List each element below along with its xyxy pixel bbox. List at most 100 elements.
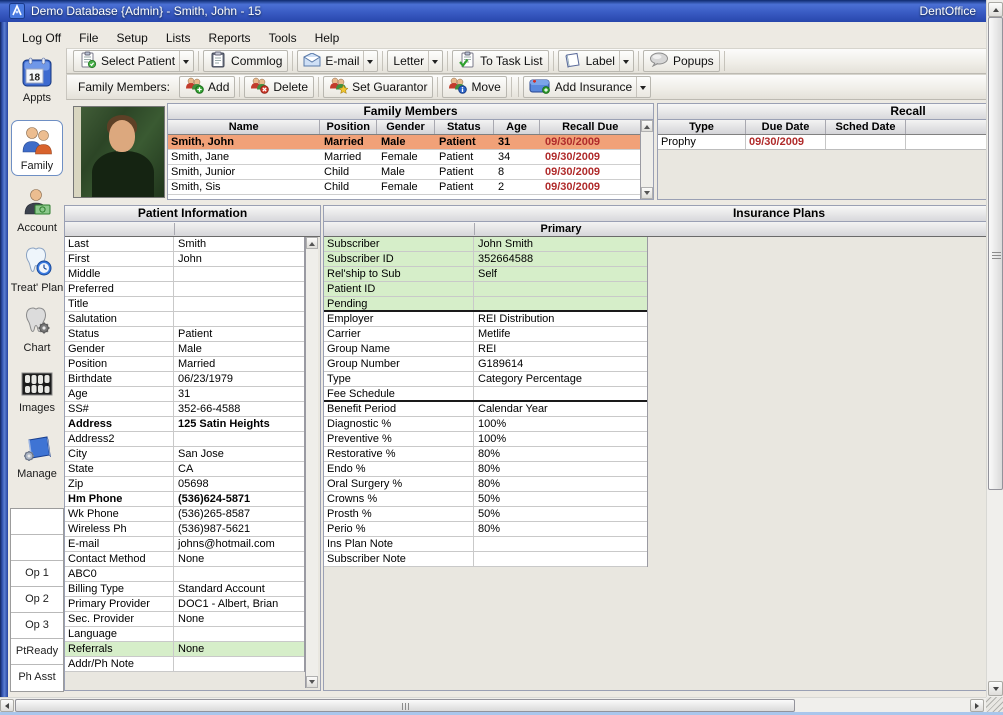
operatory-cell-ph-asst[interactable]: Ph Asst [11,665,63,691]
menu-item-lists[interactable]: Lists [157,29,200,47]
vertical-scrollbar[interactable] [986,0,1003,715]
vertical-scroll-thumb[interactable] [988,17,1003,490]
scroll-down-button[interactable] [988,681,1003,696]
patient-info-row[interactable]: E-mailjohns@hotmail.com [65,537,304,552]
insurance-row[interactable]: Prosth %50% [324,507,647,522]
insurance-row[interactable]: Endo %80% [324,462,647,477]
family-member-row[interactable]: Smith, JaneMarriedFemalePatient3409/30/2… [168,150,642,165]
select-patient-dropdown chevron-down-icon[interactable] [179,51,192,71]
patient-info-row[interactable]: GenderMale [65,342,304,357]
insurance-row[interactable]: Group NameREI [324,342,647,357]
patient-info-row[interactable]: Birthdate06/23/1979 [65,372,304,387]
scroll-left-button[interactable] [0,699,14,712]
operatory-cell-op-3[interactable]: Op 3 [11,613,63,639]
patient-info-row[interactable]: Primary ProviderDOC1 - Albert, Brian [65,597,304,612]
sidebar-module-images[interactable]: Images [10,370,64,414]
patient-info-row[interactable]: ABC0 [65,567,304,582]
sidebar-module-family[interactable]: Family [11,120,63,176]
scroll-right-button[interactable] [970,699,984,712]
insurance-row[interactable]: Fee Schedule [324,387,647,402]
operatory-cell-op-1[interactable]: Op 1 [11,561,63,587]
family-member-row[interactable]: Smith, JohnMarriedMalePatient3109/30/200… [168,135,642,150]
sidebar-module-chart[interactable]: Chart [10,306,64,354]
commlog-button[interactable]: Commlog [203,50,288,72]
horizontal-scrollbar[interactable] [0,697,986,712]
patient-info-row[interactable]: ReferralsNone [65,642,304,657]
patient-info-row[interactable]: Wk Phone(536)265-8587 [65,507,304,522]
horizontal-scroll-thumb[interactable] [15,699,795,712]
to-task-list-button[interactable]: To Task List [452,50,548,72]
insurance-row[interactable]: Ins Plan Note [324,537,647,552]
insurance-row[interactable]: Patient ID [324,282,647,297]
insurance-row[interactable]: CarrierMetlife [324,327,647,342]
patient-info-row[interactable]: Salutation [65,312,304,327]
sidebar-module-manage[interactable]: Manage [10,434,64,480]
scroll-up-button[interactable] [988,2,1003,17]
letter-dropdown chevron-down-icon[interactable] [428,51,441,71]
patient-info-row[interactable]: PositionMarried [65,357,304,372]
patient-info-row[interactable]: Sec. ProviderNone [65,612,304,627]
popups-button[interactable]: Popups [643,50,720,72]
email-dropdown chevron-down-icon[interactable] [363,51,376,71]
patient-info-row[interactable]: LastSmith [65,237,304,252]
title-bar[interactable]: Demo Database {Admin} - Smith, John - 15… [0,0,986,22]
insurance-row[interactable]: Restorative %80% [324,447,647,462]
patient-info-row[interactable]: StateCA [65,462,304,477]
patient-info-row[interactable]: Age31 [65,387,304,402]
scroll-down-button[interactable] [641,187,653,199]
set-guarantor-button[interactable]: Set Guarantor [323,76,433,98]
insurance-row[interactable]: Benefit PeriodCalendar Year [324,402,647,417]
delete-family-member-button[interactable]: Delete [244,76,314,98]
family-member-row[interactable]: Smith, SisChildFemalePatient209/30/2009 [168,180,642,195]
insurance-row[interactable]: Subscriber ID352664588 [324,252,647,267]
resize-grip[interactable] [986,697,1003,712]
menu-item-log-off[interactable]: Log Off [13,29,70,47]
operatory-cell-ptready[interactable]: PtReady [11,639,63,665]
insurance-row[interactable]: Diagnostic %100% [324,417,647,432]
patient-info-row[interactable]: Contact MethodNone [65,552,304,567]
label-button[interactable]: Label [558,50,634,72]
insurance-row[interactable]: Group NumberG189614 [324,357,647,372]
scroll-up-button[interactable] [306,237,318,249]
patient-info-row[interactable]: Zip05698 [65,477,304,492]
operatory-cell-blank[interactable] [11,509,63,535]
insurance-row[interactable]: Subscriber Note [324,552,647,567]
select-patient-button[interactable]: Select Patient [73,50,194,72]
add-insurance-dropdown chevron-down-icon[interactable] [636,77,649,97]
patient-info-row[interactable]: FirstJohn [65,252,304,267]
add-family-member-button[interactable]: Add [179,76,235,98]
operatory-cell-op-2[interactable]: Op 2 [11,587,63,613]
patient-info-row[interactable]: Preferred [65,282,304,297]
insurance-row[interactable]: Rel'ship to SubSelf [324,267,647,282]
patient-info-row[interactable]: Title [65,297,304,312]
patient-info-row[interactable]: Billing TypeStandard Account [65,582,304,597]
sidebar-module-appts[interactable]: 18 Appts [10,56,64,104]
patient-info-row[interactable]: Wireless Ph(536)987-5621 [65,522,304,537]
patient-info-row[interactable]: SS#352-66-4588 [65,402,304,417]
insurance-row[interactable]: Pending [324,297,647,312]
email-button[interactable]: E-mail [297,50,378,72]
patient-info-row[interactable]: CitySan Jose [65,447,304,462]
insurance-row[interactable]: Perio %80% [324,522,647,537]
insurance-row[interactable]: Oral Surgery %80% [324,477,647,492]
patient-info-row[interactable]: Address125 Satin Heights [65,417,304,432]
menu-item-tools[interactable]: Tools [260,29,306,47]
insurance-row[interactable]: Crowns %50% [324,492,647,507]
label-dropdown chevron-down-icon[interactable] [619,51,632,71]
patient-photo[interactable] [73,106,165,198]
patient-info-row[interactable]: Hm Phone(536)624-5871 [65,492,304,507]
patient-info-row[interactable]: Address2 [65,432,304,447]
sidebar-module-treat-plan[interactable]: Treat' Plan [10,246,64,294]
sidebar-module-account[interactable]: Account [10,188,64,234]
patient-info-row[interactable]: Addr/Ph Note [65,657,304,672]
insurance-row[interactable]: Preventive %100% [324,432,647,447]
patient-info-row[interactable]: StatusPatient [65,327,304,342]
family-table-scrollbar[interactable] [640,120,653,199]
scroll-down-button[interactable] [306,676,318,688]
menu-item-setup[interactable]: Setup [107,29,156,47]
patient-info-row[interactable]: Language [65,627,304,642]
family-member-row[interactable]: Smith, JuniorChildMalePatient809/30/2009 [168,165,642,180]
patient-info-row[interactable]: Middle [65,267,304,282]
insurance-row[interactable]: SubscriberJohn Smith [324,237,647,252]
menu-item-reports[interactable]: Reports [200,29,260,47]
